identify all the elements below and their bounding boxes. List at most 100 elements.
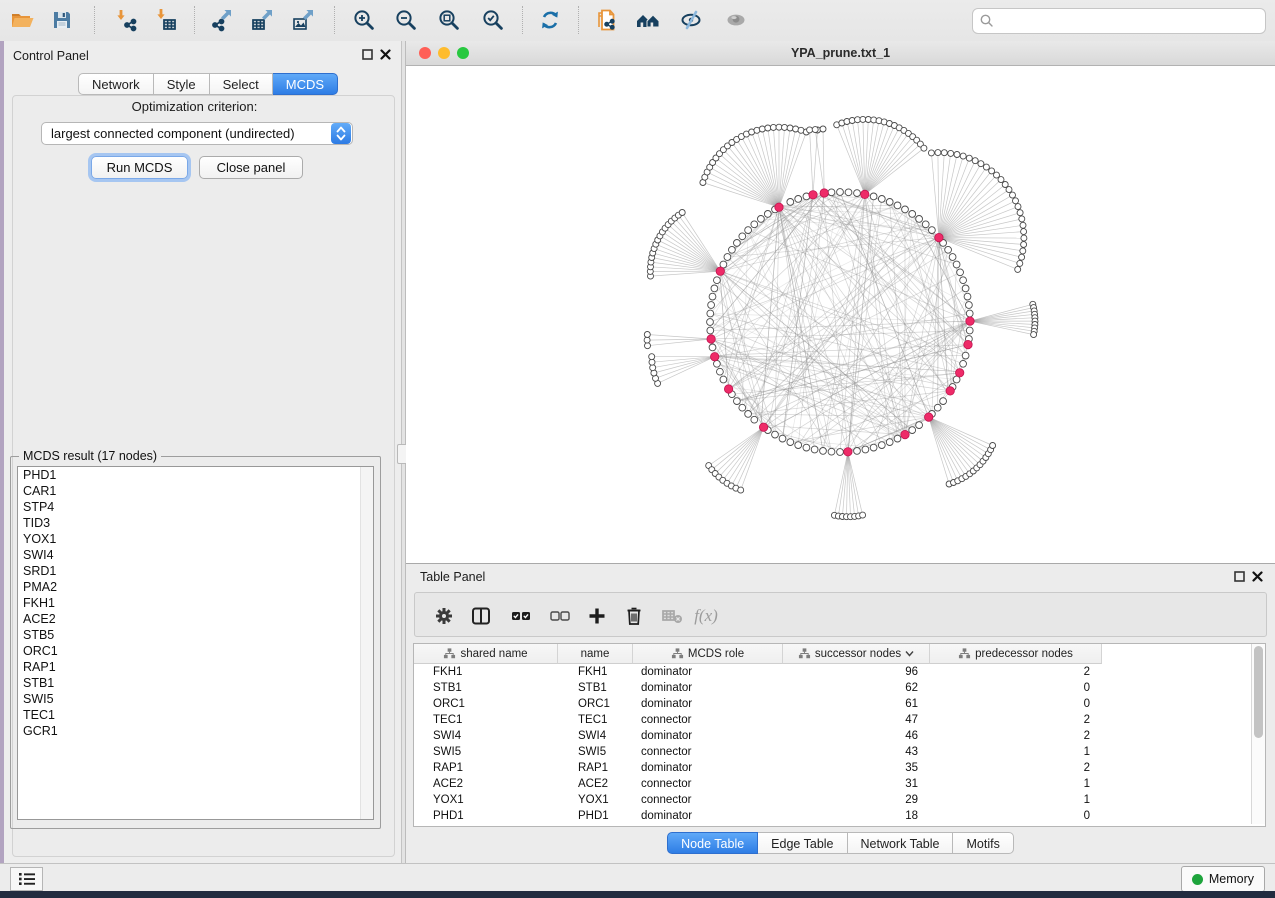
column-header-successor-nodes[interactable]: successor nodes — [783, 644, 930, 664]
ring-node[interactable] — [758, 216, 765, 223]
list-item[interactable]: STB5 — [18, 627, 373, 643]
run-mcds-button[interactable]: Run MCDS — [91, 156, 188, 179]
ring-node[interactable] — [854, 190, 861, 197]
leaf-node[interactable] — [765, 125, 771, 131]
hub-node[interactable] — [711, 353, 719, 361]
leaf-node[interactable] — [983, 164, 989, 170]
float-panel-icon[interactable] — [362, 49, 373, 60]
ring-node[interactable] — [949, 254, 956, 261]
leaf-node[interactable] — [820, 126, 826, 132]
search-box[interactable] — [972, 8, 1266, 34]
leaf-node[interactable] — [807, 127, 813, 133]
ring-node[interactable] — [966, 302, 973, 309]
float-panel-icon[interactable] — [1234, 571, 1245, 582]
list-item[interactable]: STB1 — [18, 675, 373, 691]
column-header-name[interactable]: name — [558, 644, 633, 664]
leaf-node[interactable] — [650, 365, 656, 371]
leaf-node[interactable] — [935, 150, 941, 156]
leaf-node[interactable] — [738, 487, 744, 493]
tab-network-table[interactable]: Network Table — [848, 832, 954, 854]
show-columns-icon[interactable] — [464, 599, 498, 633]
ring-node[interactable] — [837, 189, 844, 196]
ring-node[interactable] — [862, 446, 869, 453]
hub-node[interactable] — [946, 387, 954, 395]
ring-node[interactable] — [709, 344, 716, 351]
close-panel-icon[interactable] — [380, 49, 391, 60]
tab-network[interactable]: Network — [78, 73, 154, 95]
leaf-node[interactable] — [921, 145, 927, 151]
task-history-button[interactable] — [10, 867, 43, 891]
table-row[interactable]: STB1STB1dominator620 — [414, 680, 1250, 696]
ring-node[interactable] — [772, 431, 779, 438]
leaf-node[interactable] — [954, 152, 960, 158]
leaf-node[interactable] — [644, 337, 650, 343]
ring-node[interactable] — [878, 442, 885, 449]
table-row[interactable]: SWI5SWI5connector431 — [414, 744, 1250, 760]
ring-node[interactable] — [779, 435, 786, 442]
ring-node[interactable] — [714, 360, 721, 367]
column-header-shared-name[interactable]: shared name — [414, 644, 558, 664]
ring-node[interactable] — [811, 446, 818, 453]
leaf-node[interactable] — [860, 512, 866, 518]
ring-node[interactable] — [886, 439, 893, 446]
table-row[interactable]: YOX1YOX1connector291 — [414, 792, 1250, 808]
leaf-node[interactable] — [1013, 198, 1019, 204]
leaf-node[interactable] — [1019, 254, 1025, 260]
list-item[interactable]: ACE2 — [18, 611, 373, 627]
list-item[interactable]: TID3 — [18, 515, 373, 531]
leaf-node[interactable] — [978, 161, 984, 167]
ring-node[interactable] — [909, 211, 916, 218]
ring-node[interactable] — [764, 211, 771, 218]
list-item[interactable]: RAP1 — [18, 659, 373, 675]
ring-node[interactable] — [739, 404, 746, 411]
hub-node[interactable] — [935, 233, 943, 241]
tab-style[interactable]: Style — [154, 73, 210, 95]
ring-node[interactable] — [909, 427, 916, 434]
table-row[interactable]: ORC1ORC1dominator610 — [414, 696, 1250, 712]
close-panel-button[interactable]: Close panel — [199, 156, 303, 179]
ring-node[interactable] — [966, 327, 973, 334]
criterion-select[interactable]: largest connected component (undirected) — [41, 122, 353, 145]
list-item[interactable]: FKH1 — [18, 595, 373, 611]
network-view[interactable] — [406, 66, 1275, 563]
ring-node[interactable] — [957, 269, 964, 276]
hub-node[interactable] — [966, 317, 974, 325]
list-item[interactable]: PMA2 — [18, 579, 373, 595]
ring-node[interactable] — [916, 216, 923, 223]
ring-node[interactable] — [734, 398, 741, 405]
ring-node[interactable] — [934, 404, 941, 411]
ring-node[interactable] — [960, 360, 967, 367]
table-settings-icon[interactable] — [427, 599, 461, 633]
ring-node[interactable] — [707, 327, 714, 334]
first-neighbors-icon[interactable] — [631, 3, 665, 37]
mcds-result-list[interactable]: PHD1CAR1STP4TID3YOX1SWI4SRD1PMA2FKH1ACE2… — [17, 466, 374, 820]
ring-node[interactable] — [916, 422, 923, 429]
table-row[interactable]: SWI4SWI4dominator462 — [414, 728, 1250, 744]
zoom-selected-icon[interactable] — [476, 3, 510, 37]
ring-node[interactable] — [711, 285, 718, 292]
ring-node[interactable] — [837, 449, 844, 456]
hide-selected-icon[interactable] — [674, 3, 708, 37]
ring-node[interactable] — [724, 254, 731, 261]
leaf-node[interactable] — [679, 210, 685, 216]
ring-node[interactable] — [709, 293, 716, 300]
ring-node[interactable] — [945, 246, 952, 253]
list-item[interactable]: CAR1 — [18, 483, 373, 499]
tab-node-table[interactable]: Node Table — [667, 832, 758, 854]
leaf-node[interactable] — [998, 177, 1004, 183]
leaf-node[interactable] — [644, 332, 650, 338]
leaf-node[interactable] — [1015, 204, 1021, 210]
leaf-node[interactable] — [960, 153, 966, 159]
ring-node[interactable] — [708, 302, 715, 309]
ring-node[interactable] — [787, 439, 794, 446]
scrollbar-thumb[interactable] — [1254, 646, 1263, 738]
ring-node[interactable] — [870, 444, 877, 451]
ring-node[interactable] — [962, 285, 969, 292]
select-all-icon[interactable] — [504, 599, 538, 633]
ring-node[interactable] — [720, 376, 727, 383]
hub-node[interactable] — [716, 267, 724, 275]
hub-node[interactable] — [861, 190, 869, 198]
result-list-scrollbar[interactable] — [360, 467, 373, 819]
ring-node[interactable] — [751, 221, 758, 228]
ring-node[interactable] — [714, 277, 721, 284]
